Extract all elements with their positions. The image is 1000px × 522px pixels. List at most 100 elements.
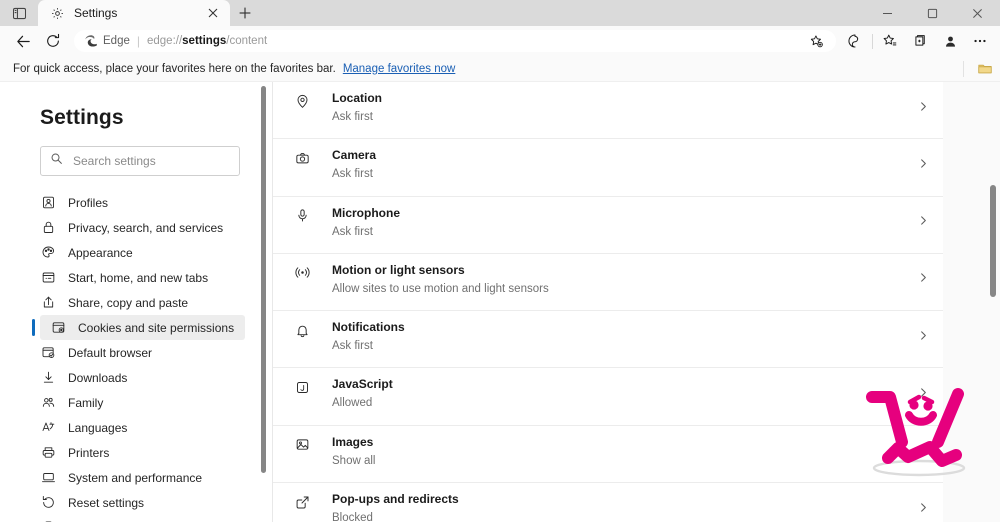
profile-icon[interactable]: [935, 28, 965, 54]
chevron-right-icon[interactable]: [917, 444, 929, 456]
location-icon: [293, 92, 311, 110]
bell-icon: [293, 321, 311, 339]
back-arrow-icon[interactable]: [8, 28, 38, 54]
edge-logo-icon: Edge: [84, 34, 130, 48]
chevron-right-icon[interactable]: [917, 329, 929, 341]
chevron-right-icon[interactable]: [917, 157, 929, 169]
toolbar-divider: [872, 33, 873, 49]
permission-title: Images: [332, 434, 374, 449]
chevron-right-icon[interactable]: [917, 386, 929, 398]
permission-row[interactable]: Notifications Ask first: [273, 311, 943, 369]
permission-title: Motion or light sensors: [332, 262, 465, 277]
tab-actions-icon[interactable]: [0, 0, 38, 26]
window-controls: [865, 0, 1000, 26]
sidebar-item-system-and-performance[interactable]: System and performance: [0, 465, 272, 490]
microphone-icon: [293, 207, 311, 225]
permission-title: Microphone: [332, 205, 400, 220]
close-button[interactable]: [955, 0, 1000, 26]
minimize-button[interactable]: [865, 0, 910, 26]
permission-row[interactable]: JavaScript Allowed: [273, 368, 943, 426]
permission-row[interactable]: Pop-ups and redirects Blocked: [273, 483, 943, 522]
sidebar-item-label: Appearance: [68, 245, 133, 260]
main-scrollbar-thumb[interactable]: [990, 185, 996, 297]
sidebar-item-cookies-and-site-permissions[interactable]: Cookies and site permissions: [32, 315, 245, 340]
search-settings-box[interactable]: Search settings: [40, 146, 240, 176]
sidebar-item-label: Family: [68, 395, 104, 410]
browser-tab[interactable]: Settings: [38, 0, 230, 26]
split-screen-icon[interactable]: [840, 28, 870, 54]
favorites-divider: [963, 60, 964, 77]
permission-status: Ask first: [332, 168, 373, 181]
permission-row[interactable]: Camera Ask first: [273, 139, 943, 197]
sidebar-item-start-home-and-new-tabs[interactable]: Start, home, and new tabs: [0, 265, 272, 290]
permission-texts: Camera Ask first: [332, 148, 376, 181]
close-icon[interactable]: [204, 4, 222, 22]
language-icon: [40, 420, 56, 436]
sidebar-scrollbar-thumb[interactable]: [261, 86, 266, 473]
permission-status: Blocked: [332, 512, 373, 522]
sidebar-item-label: Start, home, and new tabs: [68, 270, 209, 285]
sidebar-item-languages[interactable]: Languages: [0, 415, 272, 440]
image-icon: [293, 436, 311, 454]
permission-texts: Motion or light sensors Allow sites to us…: [332, 263, 549, 296]
window-icon: [40, 270, 56, 286]
settings-more-icon[interactable]: [965, 28, 995, 54]
laptop-icon: [40, 470, 56, 486]
sidebar-item-phone-and-other-devices[interactable]: Phone and other devices: [0, 515, 272, 522]
collections-icon[interactable]: [905, 28, 935, 54]
favorites-icon[interactable]: [875, 28, 905, 54]
main-scrollbar[interactable]: [985, 82, 1000, 522]
gear-icon: [49, 5, 65, 21]
popup-icon: [293, 493, 311, 511]
sidebar-item-printers[interactable]: Printers: [0, 440, 272, 465]
sidebar-item-label: Cookies and site permissions: [78, 320, 235, 335]
sidebar-item-profiles[interactable]: Profiles: [0, 190, 272, 215]
sidebar-item-privacy-search-and-services[interactable]: Privacy, search, and services: [0, 215, 272, 240]
url-text: edge://settings/content: [147, 35, 802, 47]
sidebar-item-appearance[interactable]: Appearance: [0, 240, 272, 265]
maximize-button[interactable]: [910, 0, 955, 26]
address-bar[interactable]: Edge | edge://settings/content: [74, 30, 836, 52]
url-prefix: edge://: [146, 35, 183, 47]
sidebar-item-label: System and performance: [68, 470, 203, 485]
chevron-right-icon[interactable]: [917, 501, 929, 513]
settings-sidebar: Settings Search settings Profiles Privacy…: [0, 82, 272, 522]
sidebar-item-label: Privacy, search, and services: [68, 220, 224, 235]
permission-texts: Pop-ups and redirects Blocked: [332, 492, 459, 522]
sidebar-scrollbar[interactable]: [258, 82, 268, 522]
permission-row[interactable]: Microphone Ask first: [273, 196, 943, 254]
search-input[interactable]: Search settings: [73, 154, 156, 168]
url-suffix: /content: [226, 35, 268, 47]
sensors-icon: [293, 264, 311, 282]
permission-texts: Microphone Ask first: [332, 206, 400, 239]
content-area: Settings Search settings Profiles Privacy…: [0, 82, 1000, 522]
reset-icon: [40, 495, 56, 511]
permission-row[interactable]: Motion or light sensors Allow sites to us…: [273, 253, 943, 312]
favorites-bar: For quick access, place your favorites h…: [0, 56, 1000, 82]
refresh-icon[interactable]: [38, 28, 68, 54]
sidebar-item-label: Languages: [68, 420, 128, 435]
sidebar-item-reset-settings[interactable]: Reset settings: [0, 490, 272, 515]
chevron-right-icon[interactable]: [917, 100, 929, 112]
sidebar-item-family[interactable]: Family: [0, 390, 272, 415]
omnibox-separator: |: [136, 34, 140, 48]
permission-row[interactable]: Images Show all: [273, 425, 943, 484]
new-tab-button[interactable]: [230, 0, 260, 26]
manage-favorites-link[interactable]: Manage favorites now: [343, 63, 456, 75]
permission-row[interactable]: Location Ask first: [273, 82, 943, 140]
chevron-right-icon[interactable]: [917, 215, 929, 227]
favorites-bar-right: [963, 56, 1000, 82]
folder-icon[interactable]: [970, 56, 1000, 82]
tab-strip: Settings: [0, 0, 1000, 26]
profile-card-icon: [40, 195, 56, 211]
star-plus-icon[interactable]: [802, 30, 830, 52]
sidebar-item-share-copy-and-paste[interactable]: Share, copy and paste: [0, 290, 272, 315]
tab-title: Settings: [74, 6, 118, 20]
permission-status: Ask first: [332, 340, 373, 353]
sidebar-item-downloads[interactable]: Downloads: [0, 365, 272, 390]
permission-status: Ask first: [332, 111, 373, 123]
permission-status: Ask first: [332, 225, 373, 238]
chevron-right-icon[interactable]: [917, 272, 929, 284]
sidebar-item-default-browser[interactable]: Default browser: [0, 340, 272, 365]
permission-status: Show all: [332, 454, 376, 467]
